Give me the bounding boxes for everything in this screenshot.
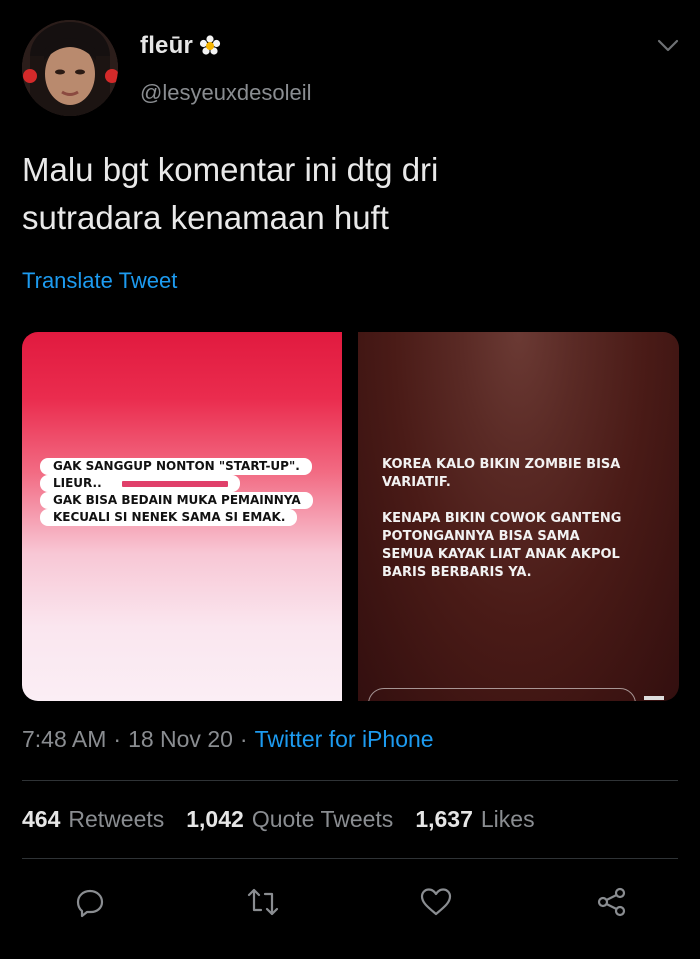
send-icon xyxy=(644,696,664,700)
story-line: GAK SANGGUP NONTON "START-UP". xyxy=(40,458,312,475)
story-line: LIEUR.. xyxy=(40,475,240,492)
divider xyxy=(22,780,678,781)
translate-tweet-link[interactable]: Translate Tweet xyxy=(22,268,177,294)
author-handle[interactable]: @lesyeuxdesoleil xyxy=(140,80,312,106)
tweet-media[interactable]: GAK SANGGUP NONTON "START-UP". LIEUR.. G… xyxy=(22,332,679,701)
story-paragraph: KENAPA BIKIN COWOK GANTENG POTONGANNYA B… xyxy=(382,511,622,580)
highlight-bar xyxy=(121,480,228,487)
like-icon xyxy=(420,888,452,916)
share-button[interactable] xyxy=(594,884,630,920)
tweet-date: 18 Nov 20 xyxy=(128,726,233,752)
tweet-stats: 464 Retweets 1,042 Quote Tweets 1,637 Likes xyxy=(22,806,557,833)
like-button[interactable] xyxy=(418,884,454,920)
retweets-count: 464 xyxy=(22,806,61,832)
reply-button[interactable] xyxy=(72,884,108,920)
reply-icon xyxy=(76,889,104,918)
retweets-stat[interactable]: 464 Retweets xyxy=(22,806,164,833)
quote-tweets-count: 1,042 xyxy=(186,806,244,832)
likes-stat[interactable]: 1,637 Likes xyxy=(415,806,534,833)
tweet-source-link[interactable]: Twitter for iPhone xyxy=(255,726,434,753)
tweet-time: 7:48 AM xyxy=(22,726,107,752)
separator: · xyxy=(113,726,122,752)
story-reply-field xyxy=(368,688,636,701)
story-text-right: KOREA KALO BIKIN ZOMBIE BISA VARIATIF. K… xyxy=(382,456,662,600)
retweet-button[interactable] xyxy=(245,884,281,920)
author-name-row[interactable]: fleūr xyxy=(140,31,221,61)
chevron-down-icon[interactable] xyxy=(656,38,680,54)
likes-label: Likes xyxy=(480,806,535,832)
retweets-label: Retweets xyxy=(68,806,165,832)
quote-tweets-stat[interactable]: 1,042 Quote Tweets xyxy=(186,806,393,833)
story-paragraph: KOREA KALO BIKIN ZOMBIE BISA VARIATIF. xyxy=(382,457,621,490)
separator: · xyxy=(239,726,248,752)
display-name[interactable]: fleūr xyxy=(140,32,193,60)
likes-count: 1,637 xyxy=(415,806,473,832)
share-icon xyxy=(597,887,626,917)
media-image-right[interactable]: KOREA KALO BIKIN ZOMBIE BISA VARIATIF. K… xyxy=(358,332,679,701)
quote-tweets-label: Quote Tweets xyxy=(251,806,394,832)
story-line: KECUALI SI NENEK SAMA SI EMAK. xyxy=(40,509,298,526)
avatar[interactable] xyxy=(22,20,118,116)
flower-icon xyxy=(199,35,221,57)
story-text-left: GAK SANGGUP NONTON "START-UP". LIEUR.. G… xyxy=(40,458,313,526)
divider xyxy=(22,858,678,859)
media-image-left[interactable]: GAK SANGGUP NONTON "START-UP". LIEUR.. G… xyxy=(22,332,342,701)
tweet-meta: 7:48 AM · 18 Nov 20 · Twitter for iPhone xyxy=(22,726,434,753)
retweet-icon xyxy=(247,888,279,916)
tweet-text: Malu bgt komentar ini dtg dri sutradara … xyxy=(22,151,439,236)
story-line-text: LIEUR.. xyxy=(53,476,102,490)
story-line: GAK BISA BEDAIN MUKA PEMAINNYA xyxy=(40,492,313,509)
